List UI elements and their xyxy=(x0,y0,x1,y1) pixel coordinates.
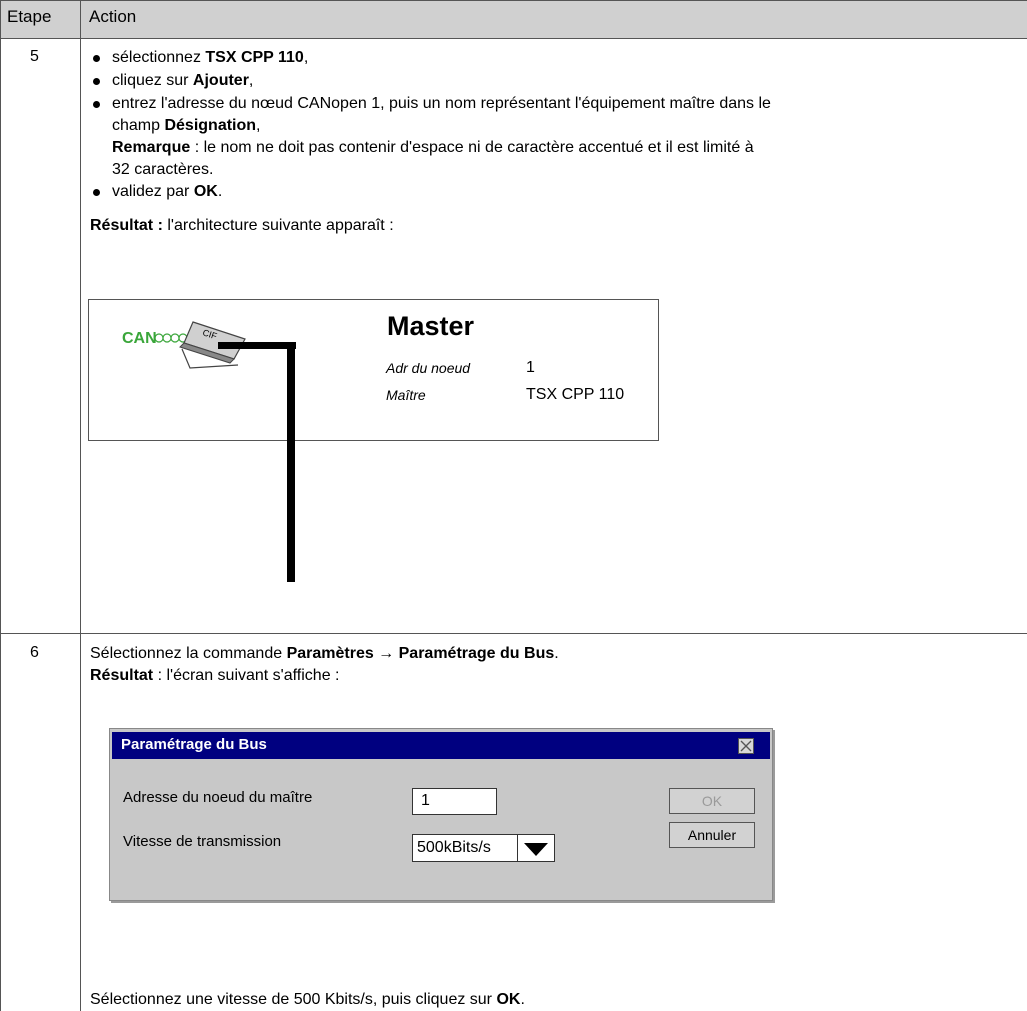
step-number: 5 xyxy=(30,48,39,65)
ok-button[interactable]: OK xyxy=(669,788,755,814)
final-instruction: Sélectionnez une vitesse de 500 Kbits/s,… xyxy=(90,991,525,1008)
result-text: Résultat : l'écran suivant s'affiche : xyxy=(90,667,340,684)
column-divider xyxy=(80,0,81,1011)
instruction-add: cliquez sur Ajouter, xyxy=(112,72,254,89)
command-instruction: Sélectionnez la commande Paramètres → Pa… xyxy=(90,645,559,662)
column-header-action: Action xyxy=(89,7,137,26)
select-divider xyxy=(517,835,518,861)
bullet-icon xyxy=(93,101,100,108)
speed-label: Vitesse de transmission xyxy=(123,833,282,850)
node-address-value: 1 xyxy=(526,359,535,376)
header-divider xyxy=(0,38,1027,39)
dialog-title: Paramétrage du Bus xyxy=(121,736,267,753)
bullet-icon xyxy=(93,189,100,196)
instruction-select: sélectionnez TSX CPP 110, xyxy=(112,49,309,66)
node-address-label: Adr du noeud xyxy=(386,360,471,376)
bullet-icon xyxy=(93,55,100,62)
node-address-field[interactable]: 1 xyxy=(412,788,497,815)
table-left-border xyxy=(0,0,1,1011)
cancel-button[interactable]: Annuler xyxy=(669,822,755,848)
remark: Remarque : le nom ne doit pas contenir d… xyxy=(112,139,754,156)
instruction-designation: champ Désignation, xyxy=(112,117,261,134)
table-header xyxy=(0,0,1027,38)
column-header-step: Etape xyxy=(7,7,52,26)
bullet-icon xyxy=(93,78,100,85)
close-icon xyxy=(740,740,752,752)
instruction-address: entrez l'adresse du nœud CANopen 1, puis… xyxy=(112,95,771,112)
master-label: Maître xyxy=(386,387,426,403)
step-number: 6 xyxy=(30,644,39,661)
master-title: Master xyxy=(387,311,475,341)
remark-continued: 32 caractères. xyxy=(112,161,214,178)
can-card-icon: CIF xyxy=(154,321,296,582)
speed-value: 500kBits/s xyxy=(417,839,491,856)
row-divider xyxy=(0,633,1027,634)
result-text: Résultat : l'architecture suivante appar… xyxy=(90,217,394,234)
node-address-label: Adresse du noeud du maître xyxy=(123,789,313,806)
close-button[interactable] xyxy=(738,738,754,754)
chevron-down-icon[interactable] xyxy=(522,841,550,857)
master-value: TSX CPP 110 xyxy=(526,386,625,403)
table-top-border xyxy=(0,0,1027,1)
instruction-validate: validez par OK. xyxy=(112,183,223,200)
